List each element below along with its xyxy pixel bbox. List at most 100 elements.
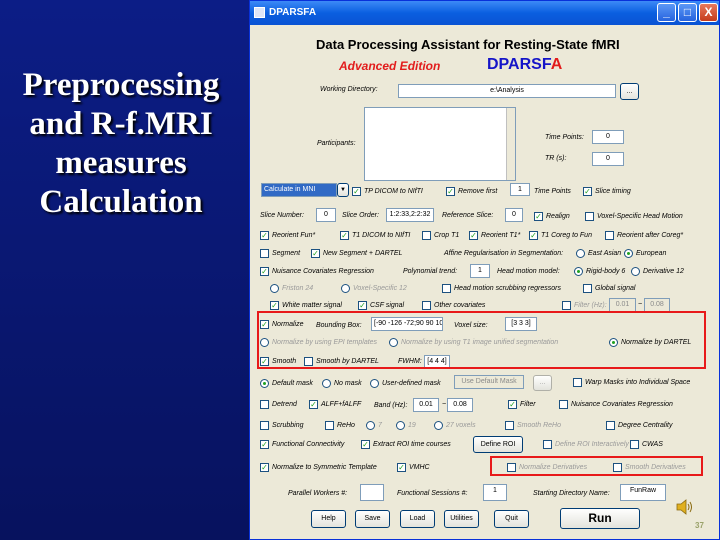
participants-scrollbar[interactable] <box>506 108 515 180</box>
checkbox-box <box>260 400 269 409</box>
tp-dicom-label: TP DICOM to NIfTI <box>364 188 423 195</box>
voxel-specific12-radio[interactable]: Voxel-Specific 12 <box>341 283 407 294</box>
window-titlebar[interactable]: DPARSFA _ □ X <box>250 1 719 25</box>
reorient-fun-label: Reorient Fun* <box>272 232 316 239</box>
run-button[interactable]: Run <box>560 508 640 529</box>
csf-checkbox[interactable]: ✓ CSF signal <box>358 300 404 311</box>
space-select[interactable]: Calculate in MNI <box>261 183 337 197</box>
utilities-button[interactable]: Utilities <box>444 510 479 528</box>
alff-checkbox[interactable]: ✓ ALFF+fALFF <box>309 399 361 410</box>
realign-checkbox[interactable]: ✓ Realign <box>534 211 570 222</box>
rigid-body-radio[interactable]: Rigid-body 6 <box>574 266 625 277</box>
define-roi-int-checkbox[interactable]: Define ROI Interactively <box>543 439 629 450</box>
east-asian-radio[interactable]: East Asian <box>576 248 621 259</box>
reorient-after-checkbox[interactable]: Reorient after Coreg* <box>605 230 683 241</box>
chevron-down-icon[interactable]: ▼ <box>337 183 349 197</box>
reho-7-radio[interactable]: 7 <box>366 420 382 431</box>
extract-roi-label: Extract ROI time courses <box>373 441 451 448</box>
filter-checkbox[interactable]: Filter (Hz): <box>562 300 607 311</box>
quit-button[interactable]: Quit <box>494 510 529 528</box>
save-button[interactable]: Save <box>355 510 390 528</box>
smooth-reho-checkbox[interactable]: Smooth ReHo <box>505 420 561 431</box>
checkbox-box <box>606 421 615 430</box>
default-mask-radio[interactable]: Default mask <box>260 378 313 389</box>
crop-t1-checkbox[interactable]: Crop T1 <box>422 230 459 241</box>
vmhc-checkbox[interactable]: ✓ VMHC <box>397 462 430 473</box>
vmhc-label: VMHC <box>409 464 430 471</box>
close-button[interactable]: X <box>699 3 718 22</box>
tr-input[interactable]: 0 <box>592 152 624 166</box>
checkbox-box: ✓ <box>361 440 370 449</box>
checkbox-box <box>559 400 568 409</box>
minimize-button[interactable]: _ <box>657 3 676 22</box>
segment-checkbox[interactable]: Segment <box>260 248 300 259</box>
reho-19-radio[interactable]: 19 <box>396 420 416 431</box>
band-high-input[interactable]: 0.08 <box>447 398 473 412</box>
nuisance-checkbox[interactable]: ✓ Nuisance Covariates Regression <box>260 266 374 277</box>
parallel-workers-label: Parallel Workers #: <box>288 490 348 497</box>
t1-coreg-checkbox[interactable]: ✓ T1 Coreg to Fun <box>529 230 592 241</box>
mask-path-input[interactable]: Use Default Mask <box>454 375 524 389</box>
slice-number-input[interactable]: 0 <box>316 208 336 222</box>
filter-low-input[interactable]: 0.01 <box>609 298 636 312</box>
head-motion-scrub-checkbox[interactable]: Head motion scrubbing regressors <box>442 283 561 294</box>
white-matter-checkbox[interactable]: ✓ White matter signal <box>270 300 342 311</box>
scrubbing-label: Scrubbing <box>272 422 304 429</box>
start-dir-input[interactable]: FunRaw <box>620 484 666 501</box>
warp-masks-checkbox[interactable]: Warp Masks into Individual Space <box>573 377 690 388</box>
reho-7-label: 7 <box>378 422 382 429</box>
help-button[interactable]: Help <box>311 510 346 528</box>
global-signal-checkbox[interactable]: Global signal <box>583 283 635 294</box>
new-segment-label: New Segment + DARTEL <box>323 250 403 257</box>
parallel-workers-input[interactable] <box>360 484 384 501</box>
reference-slice-input[interactable]: 0 <box>505 208 523 222</box>
friston24-radio[interactable]: Friston 24 <box>270 283 313 294</box>
slice-timing-checkbox[interactable]: ✓ Slice timing <box>583 186 631 197</box>
degree-checkbox[interactable]: Degree Centrality <box>606 420 672 431</box>
new-segment-checkbox[interactable]: ✓ New Segment + DARTEL <box>311 248 402 259</box>
define-roi-button[interactable]: Define ROI <box>473 436 523 453</box>
normalize-sym-checkbox[interactable]: ✓ Normalize to Symmetric Template <box>260 462 377 473</box>
scrubbing-checkbox[interactable]: Scrubbing <box>260 420 304 431</box>
reho-checkbox[interactable]: ReHo <box>325 420 355 431</box>
checkbox-box: ✓ <box>340 231 349 240</box>
cwas-checkbox[interactable]: CWAS <box>630 439 663 450</box>
working-dir-browse-button[interactable]: ... <box>620 83 639 100</box>
slice-order-input[interactable]: 1:2:33,2:2:32 <box>386 208 434 222</box>
segment-label: Segment <box>272 250 301 257</box>
polynomial-input[interactable]: 1 <box>470 264 490 278</box>
time-points-input[interactable]: 0 <box>592 130 624 144</box>
dparsfa-logo: DPARSFA <box>487 56 562 74</box>
checkbox-box: ✓ <box>260 440 269 449</box>
t1-dicom-checkbox[interactable]: ✓ T1 DICOM to NIfTI <box>340 230 410 241</box>
band-low-input[interactable]: 0.01 <box>413 398 439 412</box>
speaker-icon[interactable] <box>676 499 694 515</box>
mask-browse-button[interactable]: ... <box>533 375 552 391</box>
voxel-specific-checkbox[interactable]: Voxel-Specific Head Motion <box>585 211 683 222</box>
other-cov-checkbox[interactable]: Other covariates <box>422 300 485 311</box>
tp-dicom-checkbox[interactable]: ✓ TP DICOM to NIfTI <box>352 186 423 197</box>
derivative12-radio[interactable]: Derivative 12 <box>631 266 684 277</box>
user-mask-radio[interactable]: User-defined mask <box>370 378 441 389</box>
reorient-t1-checkbox[interactable]: ✓ Reorient T1* <box>469 230 520 241</box>
extract-roi-checkbox[interactable]: ✓ Extract ROI time courses <box>361 439 451 450</box>
sessions-input[interactable]: 1 <box>483 484 507 501</box>
reorient-fun-checkbox[interactable]: ✓ Reorient Fun* <box>260 230 315 241</box>
participants-list[interactable] <box>364 107 516 181</box>
maximize-button[interactable]: □ <box>678 3 697 22</box>
fc-checkbox[interactable]: ✓ Functional Connectivity <box>260 439 344 450</box>
checkbox-box: ✓ <box>260 463 269 472</box>
detrend-checkbox[interactable]: Detrend <box>260 399 297 410</box>
no-mask-radio[interactable]: No mask <box>322 378 362 389</box>
reho-27-radio[interactable]: 27 voxels <box>434 420 476 431</box>
remove-first-label: Remove first <box>458 188 498 195</box>
filter-high-input[interactable]: 0.08 <box>644 298 670 312</box>
european-radio[interactable]: European <box>624 248 666 259</box>
filter2-checkbox[interactable]: ✓ Filter <box>508 399 536 410</box>
remove-first-checkbox[interactable]: ✓ Remove first <box>446 186 497 197</box>
working-dir-input[interactable]: e:\Analysis <box>398 84 616 98</box>
checkbox-box <box>260 249 269 258</box>
nuisance2-checkbox[interactable]: Nuisance Covariates Regression <box>559 399 673 410</box>
remove-first-input[interactable]: 1 <box>510 183 530 196</box>
load-button[interactable]: Load <box>400 510 435 528</box>
